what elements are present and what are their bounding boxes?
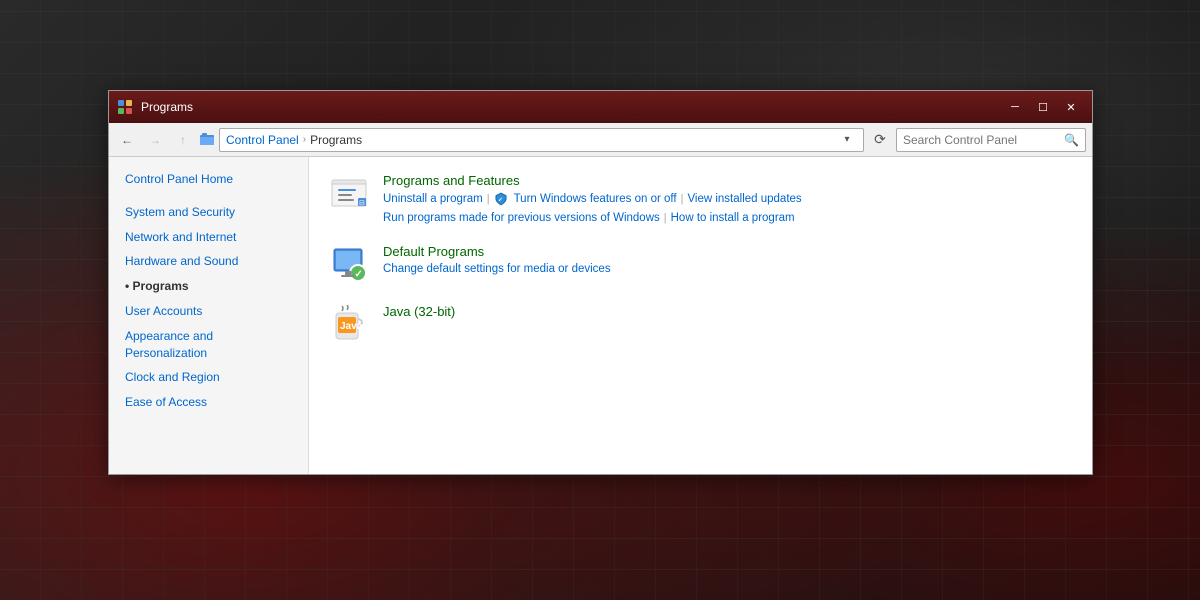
sidebar-item-clock-region[interactable]: Clock and Region bbox=[109, 365, 308, 390]
search-box: 🔍 bbox=[896, 128, 1086, 152]
close-button[interactable]: ✕ bbox=[1058, 97, 1084, 117]
default-programs-content: Default Programs Change default settings… bbox=[383, 244, 1072, 275]
sidebar-item-network-internet[interactable]: Network and Internet bbox=[109, 225, 308, 250]
sidebar-item-programs: Programs bbox=[109, 274, 308, 299]
default-programs-links: Change default settings for media or dev… bbox=[383, 263, 1072, 275]
default-programs-section: ✓ Default Programs Change default settin… bbox=[329, 244, 1072, 284]
forward-button[interactable]: → bbox=[143, 128, 167, 152]
sidebar-item-ease-access[interactable]: Ease of Access bbox=[109, 390, 308, 415]
change-defaults-link[interactable]: Change default settings for media or dev… bbox=[383, 263, 611, 275]
title-bar: Programs ─ ☐ ✕ bbox=[109, 91, 1092, 123]
separator-3: | bbox=[664, 212, 667, 224]
main-panel: ⊟ Programs and Features Uninstall a prog… bbox=[309, 157, 1092, 474]
default-programs-title[interactable]: Default Programs bbox=[383, 244, 1072, 259]
main-window: Programs ─ ☐ ✕ ← → ↑ Control Panel › Pro… bbox=[108, 90, 1093, 475]
sidebar-item-appearance[interactable]: Appearance andPersonalization bbox=[109, 324, 308, 366]
sidebar-item-control-panel-home[interactable]: Control Panel Home bbox=[109, 167, 308, 192]
sidebar-item-user-accounts[interactable]: User Accounts bbox=[109, 299, 308, 324]
refresh-button[interactable]: ⟳ bbox=[868, 128, 892, 152]
java-icon: Java bbox=[329, 304, 369, 344]
maximize-button[interactable]: ☐ bbox=[1030, 97, 1056, 117]
programs-features-section: ⊟ Programs and Features Uninstall a prog… bbox=[329, 173, 1072, 224]
run-previous-versions-link[interactable]: Run programs made for previous versions … bbox=[383, 212, 660, 224]
window-title: Programs bbox=[141, 100, 1002, 114]
how-install-link[interactable]: How to install a program bbox=[671, 212, 795, 224]
programs-features-content: Programs and Features Uninstall a progra… bbox=[383, 173, 1072, 224]
path-dropdown-button[interactable]: ▾ bbox=[837, 128, 857, 152]
default-programs-icon: ✓ bbox=[329, 244, 369, 284]
minimize-button[interactable]: ─ bbox=[1002, 97, 1028, 117]
svg-text:Java: Java bbox=[340, 321, 363, 332]
path-separator-1: › bbox=[303, 134, 306, 145]
shield-icon: ✓ bbox=[494, 192, 508, 206]
svg-text:⊟: ⊟ bbox=[359, 200, 365, 207]
programs-features-icon: ⊟ bbox=[329, 173, 369, 213]
programs-features-links: Uninstall a program | ✓ Turn Windows fea… bbox=[383, 192, 1072, 224]
search-input[interactable] bbox=[903, 133, 1064, 147]
java-section: Java Java (32-bit) bbox=[329, 304, 1072, 344]
sidebar: Control Panel Home System and Security N… bbox=[109, 157, 309, 474]
path-part-programs: Programs bbox=[310, 133, 362, 147]
separator-2: | bbox=[681, 193, 684, 205]
programs-features-title[interactable]: Programs and Features bbox=[383, 173, 1072, 188]
windows-features-link[interactable]: Turn Windows features on or off bbox=[514, 193, 677, 205]
path-icon bbox=[199, 132, 215, 148]
up-button[interactable]: ↑ bbox=[171, 128, 195, 152]
java-content: Java (32-bit) bbox=[383, 304, 1072, 323]
uninstall-program-link[interactable]: Uninstall a program bbox=[383, 193, 483, 205]
address-path[interactable]: Control Panel › Programs ▾ bbox=[219, 128, 864, 152]
address-bar: ← → ↑ Control Panel › Programs ▾ ⟳ 🔍 bbox=[109, 123, 1092, 157]
window-icon bbox=[117, 99, 133, 115]
separator-1: | bbox=[487, 193, 490, 205]
path-part-control-panel[interactable]: Control Panel bbox=[226, 133, 299, 147]
sidebar-item-hardware-sound[interactable]: Hardware and Sound bbox=[109, 249, 308, 274]
view-installed-updates-link[interactable]: View installed updates bbox=[687, 193, 801, 205]
back-button[interactable]: ← bbox=[115, 128, 139, 152]
svg-text:✓: ✓ bbox=[498, 197, 503, 204]
svg-text:✓: ✓ bbox=[355, 269, 363, 280]
java-title[interactable]: Java (32-bit) bbox=[383, 304, 1072, 319]
sidebar-item-system-security[interactable]: System and Security bbox=[109, 200, 308, 225]
search-icon[interactable]: 🔍 bbox=[1064, 133, 1079, 147]
content-area: Control Panel Home System and Security N… bbox=[109, 157, 1092, 474]
window-controls: ─ ☐ ✕ bbox=[1002, 97, 1084, 117]
